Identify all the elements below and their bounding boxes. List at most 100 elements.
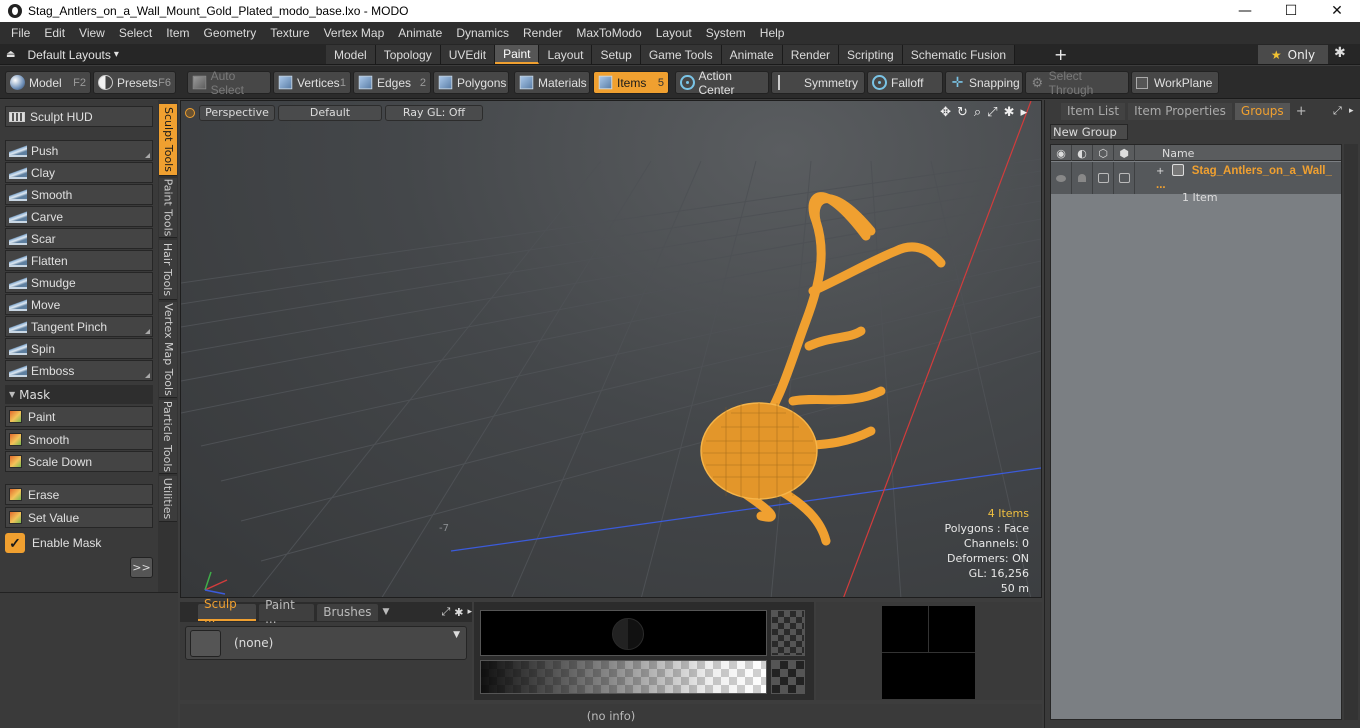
spin-tool-button[interactable]: Spin — [5, 338, 153, 359]
menu-vertex-map[interactable]: Vertex Map — [317, 26, 392, 40]
gear-icon[interactable]: ✱ — [1004, 105, 1015, 120]
tab-game-tools[interactable]: Game Tools — [640, 45, 722, 64]
default-layouts-dropdown[interactable]: ⏏ Default Layouts ▾ — [6, 46, 119, 63]
mask-scale-down-button[interactable]: Scale Down — [5, 451, 153, 472]
falloff-button[interactable]: Falloff — [867, 71, 943, 94]
scar-tool-button[interactable]: Scar — [5, 228, 153, 249]
menu-maxtomodo[interactable]: MaxToModo — [569, 26, 648, 40]
presets-button[interactable]: Presets F6 — [93, 71, 176, 94]
gear-icon[interactable]: ✱ — [1334, 45, 1346, 61]
tile-preview[interactable] — [882, 606, 975, 699]
items-mode-button[interactable]: Items 5 — [593, 71, 669, 94]
add-tab-button[interactable]: + — [1296, 104, 1307, 119]
carve-tool-button[interactable]: Carve — [5, 206, 153, 227]
menu-item[interactable]: Item — [159, 26, 196, 40]
preset-selector[interactable]: (none) ▼ — [185, 626, 467, 660]
group-row[interactable]: + Stag_Antlers_on_a_Wall_ ... 1 Item — [1051, 162, 1341, 204]
mask-section-header[interactable]: ▼ Mask — [5, 385, 153, 404]
raygl-toggle[interactable]: Ray GL: Off — [385, 104, 483, 121]
brush-texture-thumbnail[interactable] — [771, 610, 805, 656]
move-view-icon[interactable]: ✥ — [940, 105, 951, 120]
add-layout-button[interactable]: + — [1054, 45, 1067, 64]
move-tool-button[interactable]: Move — [5, 294, 153, 315]
menu-help[interactable]: Help — [753, 26, 792, 40]
lock-toggle[interactable] — [1093, 162, 1114, 194]
select-through-button[interactable]: ⚙ Select Through — [1025, 69, 1129, 97]
tab-sculpt-tools[interactable]: Sculpt Tools — [159, 104, 177, 176]
select-toggle[interactable] — [1114, 162, 1135, 194]
tab-uvedit[interactable]: UVEdit — [440, 45, 496, 64]
tab-schematic-fusion[interactable]: Schematic Fusion — [902, 45, 1016, 64]
maximize-panel-icon[interactable]: ⤢ — [1333, 104, 1342, 118]
more-arrow-icon[interactable]: ▸ — [1349, 106, 1354, 116]
mask-set-value-button[interactable]: Set Value — [5, 507, 153, 528]
tab-paint-presets[interactable]: Paint ... — [259, 598, 315, 626]
tab-hair-tools[interactable]: Hair Tools — [159, 240, 177, 300]
view-type-dropdown[interactable]: Perspective — [199, 104, 275, 121]
menu-system[interactable]: System — [699, 26, 753, 40]
maximize-view-icon[interactable]: ⤢ — [987, 105, 997, 120]
snapping-button[interactable]: ✛ Snapping — [945, 71, 1023, 94]
more-arrow-icon[interactable]: ▸ — [467, 607, 472, 617]
menu-file[interactable]: File — [4, 26, 37, 40]
tab-brushes[interactable]: Brushes — [317, 603, 378, 621]
menu-render[interactable]: Render — [516, 26, 569, 40]
edges-mode-button[interactable]: Edges 2 — [353, 71, 431, 94]
tab-groups[interactable]: Groups — [1234, 102, 1290, 120]
visibility-column-icon[interactable]: ◉ — [1051, 145, 1072, 161]
tab-sculpt-presets[interactable]: Sculp ... — [198, 597, 257, 625]
menu-animate[interactable]: Animate — [391, 26, 449, 40]
symmetry-button[interactable]: Symmetry — [771, 71, 865, 94]
enable-mask-checkbox[interactable]: ✓ Enable Mask — [5, 531, 101, 555]
close-button[interactable]: ✕ — [1314, 0, 1360, 22]
auto-select-button[interactable]: Auto Select — [187, 69, 271, 97]
groups-scrollbar[interactable] — [1344, 144, 1358, 720]
action-center-button[interactable]: Action Center — [675, 69, 769, 97]
menu-layout[interactable]: Layout — [649, 26, 699, 40]
tabs-dropdown-icon[interactable]: ▼ — [383, 607, 390, 617]
menu-dynamics[interactable]: Dynamics — [449, 26, 516, 40]
tab-render[interactable]: Render — [782, 45, 840, 64]
tab-paint-tools[interactable]: Paint Tools — [159, 178, 177, 238]
tab-item-list[interactable]: Item List — [1061, 102, 1126, 120]
smooth-tool-button[interactable]: Smooth — [5, 184, 153, 205]
model-mode-button[interactable]: Model F2 — [5, 71, 91, 94]
menu-select[interactable]: Select — [112, 26, 159, 40]
more-arrow-icon[interactable]: ▸ — [1020, 105, 1027, 120]
mask-paint-button[interactable]: Paint — [5, 406, 153, 427]
group-name-cell[interactable]: + Stag_Antlers_on_a_Wall_ ... 1 Item — [1156, 163, 1341, 204]
new-group-button[interactable]: New Group — [1050, 124, 1128, 140]
flatten-tool-button[interactable]: Flatten — [5, 250, 153, 271]
tab-utilities[interactable]: Utilities — [159, 476, 177, 522]
3d-viewport[interactable]: -7 Perspective Default Ray GL: Off ✥ ↻ ⌕… — [180, 100, 1042, 598]
gear-icon[interactable]: ✱ — [454, 606, 463, 619]
workplane-button[interactable]: WorkPlane — [1131, 71, 1219, 94]
expand-icon[interactable]: + — [1156, 166, 1164, 177]
mask-smooth-button[interactable]: Smooth — [5, 429, 153, 450]
visibility-toggle[interactable] — [1051, 162, 1072, 194]
maximize-panel-icon[interactable]: ⤢ — [441, 605, 450, 619]
clay-tool-button[interactable]: Clay — [5, 162, 153, 183]
menu-edit[interactable]: Edit — [37, 26, 72, 40]
sculpt-hud-button[interactable]: Sculpt HUD — [5, 106, 153, 127]
polygons-mode-button[interactable]: Polygons — [433, 71, 509, 94]
menu-texture[interactable]: Texture — [263, 26, 316, 40]
tab-setup[interactable]: Setup — [592, 45, 641, 64]
viewport-options-icon[interactable] — [185, 107, 195, 118]
lock-column-icon[interactable]: ⬡ — [1093, 145, 1114, 161]
emboss-tool-button[interactable]: Emboss — [5, 360, 153, 381]
minimize-button[interactable]: — — [1222, 0, 1268, 22]
tab-animate[interactable]: Animate — [721, 45, 783, 64]
name-column-header[interactable]: Name — [1135, 145, 1341, 161]
tab-particle-tools[interactable]: Particle Tools — [159, 400, 177, 474]
menu-geometry[interactable]: Geometry — [197, 26, 264, 40]
zoom-view-icon[interactable]: ⌕ — [974, 105, 981, 120]
vertices-mode-button[interactable]: Vertices 1 — [273, 71, 351, 94]
tangent-pinch-tool-button[interactable]: Tangent Pinch — [5, 316, 153, 337]
falloff-gradient-preview[interactable] — [480, 660, 767, 694]
tab-scripting[interactable]: Scripting — [839, 45, 903, 64]
render-toggle[interactable] — [1072, 162, 1093, 194]
rotate-view-icon[interactable]: ↻ — [957, 105, 968, 120]
expand-panel-button[interactable]: >> — [130, 557, 153, 578]
brush-shape-preview[interactable] — [480, 610, 767, 656]
